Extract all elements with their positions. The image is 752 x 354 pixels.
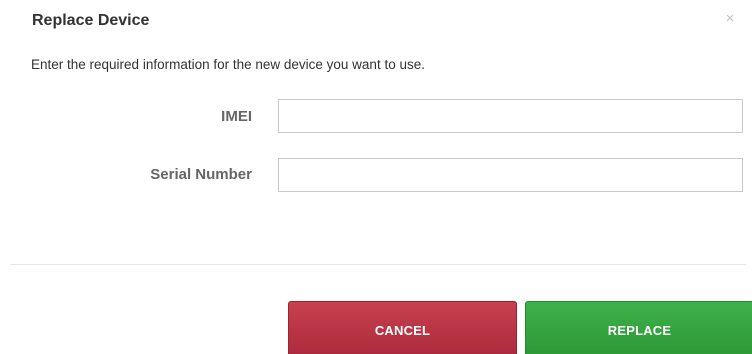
dialog-title: Replace Device [32,12,150,29]
imei-label: IMEI [221,108,252,125]
serial-number-input[interactable] [278,158,743,192]
serial-number-label: Serial Number [150,166,252,183]
close-icon[interactable]: × [721,10,739,28]
replace-device-dialog: Replace Device × Enter the required info… [0,0,752,354]
imei-input[interactable] [278,99,743,133]
footer-divider [10,264,746,265]
cancel-button[interactable]: CANCEL [288,301,517,354]
replace-button[interactable]: REPLACE [525,301,752,354]
instruction-text: Enter the required information for the n… [31,57,425,72]
